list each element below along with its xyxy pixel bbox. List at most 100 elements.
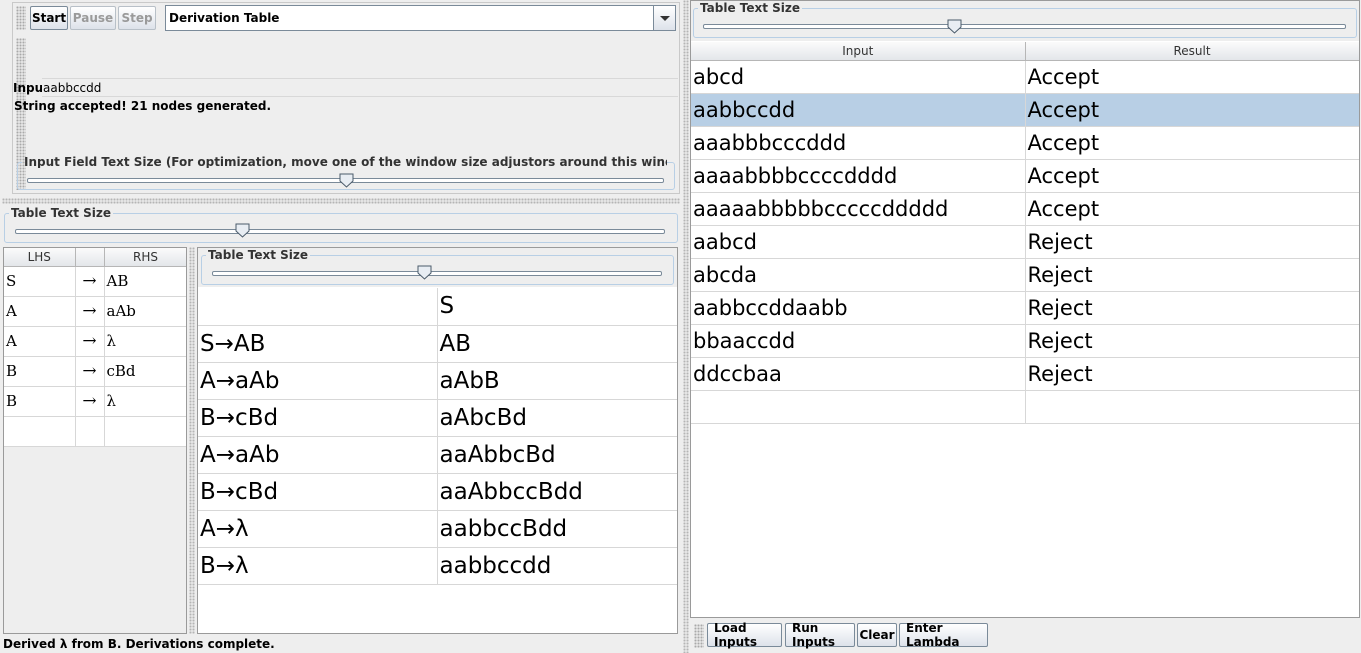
derivation-string-cell[interactable]: aabbccdd: [437, 547, 677, 585]
multi-run-toolbar-grip[interactable]: [694, 624, 704, 648]
multi-run-result-cell[interactable]: Reject: [1025, 225, 1359, 259]
derivation-production-cell[interactable]: A→aAb: [198, 436, 438, 474]
multi-run-column-result[interactable]: Result: [1025, 42, 1359, 61]
multi-run-empty-row[interactable]: [691, 390, 1359, 424]
derivation-production-cell[interactable]: A→aAb: [198, 362, 438, 400]
grammar-column-lhs[interactable]: LHS: [4, 248, 76, 267]
derivation-text-size-slider-track[interactable]: [212, 271, 662, 276]
multi-run-text-size-slider-track[interactable]: [703, 24, 1346, 29]
grammar-rhs-cell[interactable]: [104, 416, 186, 447]
multi-run-row[interactable]: aaabbbcccddd Accept: [691, 126, 1359, 160]
derivation-production-cell[interactable]: B→cBd: [198, 473, 438, 511]
grammar-text-size-slider-track[interactable]: [15, 229, 665, 234]
derivation-row[interactable]: B→cBd aaAbbccBdd: [198, 473, 677, 511]
grammar-row[interactable]: A → λ: [4, 326, 186, 357]
derivation-production-cell[interactable]: S→AB: [198, 325, 438, 363]
derivation-production-cell[interactable]: B→cBd: [198, 399, 438, 437]
run-inputs-button[interactable]: Run Inputs: [785, 621, 855, 649]
derivation-string-cell[interactable]: aAbcBd: [437, 399, 677, 437]
multi-run-row[interactable]: aaaabbbbccccdddd Accept: [691, 159, 1359, 193]
grammar-lhs-cell[interactable]: A: [4, 296, 76, 327]
derivation-row[interactable]: A→aAb aAbB: [198, 362, 677, 400]
horizontal-split-grip[interactable]: [2, 198, 680, 204]
derivation-string-cell[interactable]: aabbccBdd: [437, 510, 677, 548]
derivation-string-cell[interactable]: aAbB: [437, 362, 677, 400]
load-inputs-button[interactable]: Load Inputs: [707, 621, 782, 649]
multi-run-result-cell[interactable]: Accept: [1025, 93, 1359, 127]
grammar-column-arrow[interactable]: [75, 248, 105, 267]
multi-run-row[interactable]: ddccbaa Reject: [691, 357, 1359, 391]
multi-run-input-cell[interactable]: bbaaccdd: [691, 324, 1026, 358]
grammar-rhs-cell[interactable]: λ: [104, 386, 186, 417]
derivation-production-cell[interactable]: A→λ: [198, 510, 438, 548]
view-select[interactable]: Derivation Table: [165, 5, 676, 31]
grammar-row[interactable]: B → cBd: [4, 356, 186, 387]
multi-run-result-cell[interactable]: Accept: [1025, 126, 1359, 160]
grammar-empty-row[interactable]: [4, 416, 186, 447]
derivation-production-cell[interactable]: [198, 288, 438, 326]
multi-run-row[interactable]: aabcd Reject: [691, 225, 1359, 259]
grammar-lhs-cell[interactable]: B: [4, 356, 76, 387]
derivation-row[interactable]: S: [198, 288, 677, 326]
multi-run-result-cell[interactable]: Reject: [1025, 291, 1359, 325]
grammar-lhs-cell[interactable]: S: [4, 266, 76, 297]
derivation-row[interactable]: S→AB AB: [198, 325, 677, 363]
multi-run-input-cell[interactable]: abcda: [691, 258, 1026, 292]
multi-run-result-cell[interactable]: Accept: [1025, 159, 1359, 193]
grammar-lhs-cell[interactable]: A: [4, 326, 76, 357]
step-button[interactable]: Step: [118, 6, 156, 30]
multi-run-row[interactable]: abcd Accept: [691, 60, 1359, 94]
multi-run-input-cell[interactable]: aaaaabbbbbcccccddddd: [691, 192, 1026, 226]
multi-run-result-cell[interactable]: Accept: [1025, 60, 1359, 94]
derivation-text-size-slider-thumb[interactable]: [417, 265, 432, 280]
multi-run-result-cell[interactable]: Accept: [1025, 192, 1359, 226]
grammar-rhs-cell[interactable]: cBd: [104, 356, 186, 387]
derivation-row[interactable]: A→λ aabbccBdd: [198, 510, 677, 548]
multi-run-result-cell[interactable]: Reject: [1025, 357, 1359, 391]
grammar-table[interactable]: LHS RHS S → AB A → aAb A → λ B → cBd B →…: [4, 248, 186, 447]
enter-lambda-button[interactable]: Enter Lambda: [899, 621, 988, 649]
multi-run-row[interactable]: aaaaabbbbbcccccddddd Accept: [691, 192, 1359, 226]
multi-run-text-size-slider-thumb[interactable]: [947, 19, 962, 34]
input-text-size-slider-thumb[interactable]: [339, 173, 354, 188]
multi-run-result-cell[interactable]: [1025, 390, 1359, 424]
multi-run-result-cell[interactable]: Reject: [1025, 258, 1359, 292]
grammar-split-grip[interactable]: [189, 247, 195, 634]
grammar-row[interactable]: S → AB: [4, 266, 186, 297]
derivation-string-cell[interactable]: aaAbbcBd: [437, 436, 677, 474]
multi-run-input-cell[interactable]: ddccbaa: [691, 357, 1026, 391]
start-button[interactable]: Start: [30, 6, 68, 30]
multi-run-input-cell[interactable]: aabbccddaabb: [691, 291, 1026, 325]
derivation-row[interactable]: A→aAb aaAbbcBd: [198, 436, 677, 474]
derivation-row[interactable]: B→cBd aAbcBd: [198, 399, 677, 437]
view-select-dropdown-button[interactable]: [653, 6, 675, 30]
multi-run-result-cell[interactable]: Reject: [1025, 324, 1359, 358]
derivation-row[interactable]: B→λ aabbccdd: [198, 547, 677, 585]
multi-run-row[interactable]: bbaaccdd Reject: [691, 324, 1359, 358]
multi-run-row[interactable]: aabbccddaabb Reject: [691, 291, 1359, 325]
grammar-rhs-cell[interactable]: λ: [104, 326, 186, 357]
derivation-production-cell[interactable]: B→λ: [198, 547, 438, 585]
input-field[interactable]: aabbccdd: [42, 78, 678, 97]
multi-run-input-cell[interactable]: aabbccdd: [691, 93, 1026, 127]
derivation-string-cell[interactable]: aaAbbccBdd: [437, 473, 677, 511]
pause-button[interactable]: Pause: [70, 6, 116, 30]
multi-run-input-cell[interactable]: aabcd: [691, 225, 1026, 259]
grammar-lhs-cell[interactable]: B: [4, 386, 76, 417]
multi-run-input-cell[interactable]: [691, 390, 1026, 424]
derivation-table[interactable]: S S→AB AB A→aAb aAbB B→cBd aAbcBd A→aAb …: [198, 288, 677, 585]
grammar-row[interactable]: B → λ: [4, 386, 186, 417]
multi-run-input-cell[interactable]: aaaabbbbccccdddd: [691, 159, 1026, 193]
grammar-column-rhs[interactable]: RHS: [104, 248, 186, 267]
grammar-rhs-cell[interactable]: aAb: [104, 296, 186, 327]
clear-button[interactable]: Clear: [857, 623, 897, 647]
multi-run-input-cell[interactable]: aaabbbcccddd: [691, 126, 1026, 160]
grammar-row[interactable]: A → aAb: [4, 296, 186, 327]
derivation-string-cell[interactable]: AB: [437, 325, 677, 363]
multi-run-row[interactable]: abcda Reject: [691, 258, 1359, 292]
derivation-string-cell[interactable]: S: [437, 288, 677, 326]
multi-run-input-cell[interactable]: abcd: [691, 60, 1026, 94]
grammar-text-size-slider-thumb[interactable]: [235, 223, 250, 238]
grammar-lhs-cell[interactable]: [4, 416, 76, 447]
multi-run-row[interactable]: aabbccdd Accept: [691, 93, 1359, 127]
